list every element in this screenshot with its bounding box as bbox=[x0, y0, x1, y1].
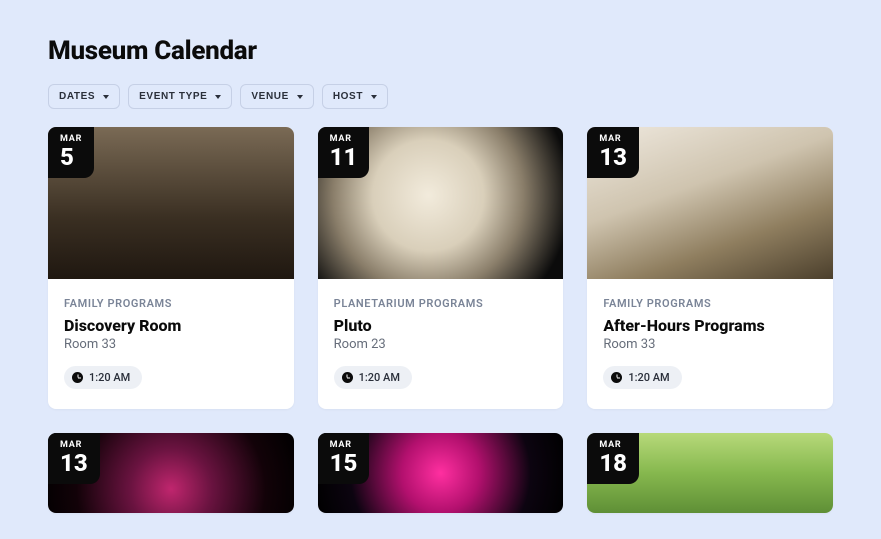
chevron-down-icon bbox=[297, 95, 303, 99]
clock-icon bbox=[72, 372, 83, 383]
event-image: MAR 5 bbox=[48, 127, 294, 279]
event-time: 1:20 AM bbox=[89, 371, 130, 384]
event-body: FAMILY PROGRAMS After-Hours Programs Roo… bbox=[587, 279, 833, 409]
filter-event-type[interactable]: EVENT TYPE bbox=[128, 84, 232, 109]
event-image: MAR 15 bbox=[318, 433, 564, 513]
time-pill: 1:20 AM bbox=[334, 366, 412, 389]
chevron-down-icon bbox=[215, 95, 221, 99]
event-card[interactable]: MAR 5 FAMILY PROGRAMS Discovery Room Roo… bbox=[48, 127, 294, 409]
filter-label: DATES bbox=[59, 91, 95, 102]
event-card[interactable]: MAR 13 bbox=[48, 433, 294, 513]
event-image: MAR 13 bbox=[48, 433, 294, 513]
chevron-down-icon bbox=[103, 95, 109, 99]
event-card[interactable]: MAR 18 bbox=[587, 433, 833, 513]
filter-dates[interactable]: DATES bbox=[48, 84, 120, 109]
filter-bar: DATES EVENT TYPE VENUE HOST bbox=[48, 84, 833, 109]
event-body: PLANETARIUM PROGRAMS Pluto Room 23 1:20 … bbox=[318, 279, 564, 409]
event-time: 1:20 AM bbox=[628, 371, 669, 384]
date-badge: MAR 13 bbox=[48, 433, 100, 484]
event-title: After-Hours Programs bbox=[603, 316, 817, 335]
event-time: 1:20 AM bbox=[359, 371, 400, 384]
date-day: 15 bbox=[330, 451, 358, 475]
filter-venue[interactable]: VENUE bbox=[240, 84, 313, 109]
event-title: Discovery Room bbox=[64, 316, 278, 335]
event-room: Room 33 bbox=[64, 337, 278, 352]
page-title: Museum Calendar bbox=[48, 36, 833, 66]
date-badge: MAR 11 bbox=[318, 127, 370, 178]
event-card[interactable]: MAR 11 PLANETARIUM PROGRAMS Pluto Room 2… bbox=[318, 127, 564, 409]
event-category: FAMILY PROGRAMS bbox=[64, 297, 278, 310]
date-day: 13 bbox=[60, 451, 88, 475]
clock-icon bbox=[342, 372, 353, 383]
event-grid: MAR 5 FAMILY PROGRAMS Discovery Room Roo… bbox=[48, 127, 833, 513]
date-day: 18 bbox=[599, 451, 627, 475]
date-badge: MAR 15 bbox=[318, 433, 370, 484]
event-body: FAMILY PROGRAMS Discovery Room Room 33 1… bbox=[48, 279, 294, 409]
time-pill: 1:20 AM bbox=[64, 366, 142, 389]
clock-icon bbox=[611, 372, 622, 383]
date-day: 5 bbox=[60, 145, 82, 169]
date-day: 11 bbox=[330, 145, 358, 169]
time-pill: 1:20 AM bbox=[603, 366, 681, 389]
event-image: MAR 13 bbox=[587, 127, 833, 279]
event-card[interactable]: MAR 15 bbox=[318, 433, 564, 513]
event-image: MAR 18 bbox=[587, 433, 833, 513]
event-title: Pluto bbox=[334, 316, 548, 335]
event-category: PLANETARIUM PROGRAMS bbox=[334, 297, 548, 310]
event-category: FAMILY PROGRAMS bbox=[603, 297, 817, 310]
date-badge: MAR 13 bbox=[587, 127, 639, 178]
event-card[interactable]: MAR 13 FAMILY PROGRAMS After-Hours Progr… bbox=[587, 127, 833, 409]
chevron-down-icon bbox=[371, 95, 377, 99]
date-badge: MAR 18 bbox=[587, 433, 639, 484]
date-day: 13 bbox=[599, 145, 627, 169]
event-room: Room 33 bbox=[603, 337, 817, 352]
date-badge: MAR 5 bbox=[48, 127, 94, 178]
filter-label: EVENT TYPE bbox=[139, 91, 207, 102]
filter-label: HOST bbox=[333, 91, 363, 102]
event-image: MAR 11 bbox=[318, 127, 564, 279]
calendar-page: Museum Calendar DATES EVENT TYPE VENUE H… bbox=[0, 0, 881, 539]
event-room: Room 23 bbox=[334, 337, 548, 352]
filter-host[interactable]: HOST bbox=[322, 84, 388, 109]
filter-label: VENUE bbox=[251, 91, 288, 102]
